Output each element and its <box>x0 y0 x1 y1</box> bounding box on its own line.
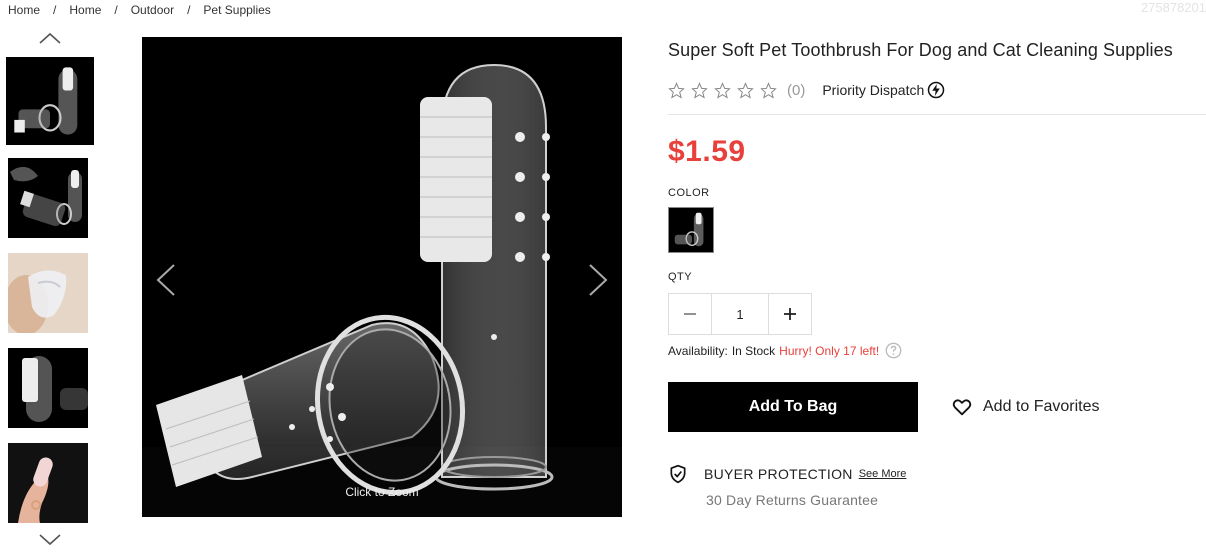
main-product-image[interactable]: Click to Zoom <box>142 37 622 517</box>
breadcrumb-outdoor[interactable]: Outdoor <box>131 3 174 17</box>
availability: Availability: In Stock Hurry! Only 17 le… <box>668 342 1206 359</box>
question-icon[interactable] <box>885 342 902 359</box>
thumbnail-4[interactable] <box>8 348 88 428</box>
priority-dispatch: Priority Dispatch <box>822 81 945 99</box>
chevron-left-icon <box>156 264 175 296</box>
color-label: COLOR <box>668 187 710 199</box>
buyer-protection: BUYER PROTECTION See More <box>668 464 1206 484</box>
star-outline-icon <box>760 81 777 99</box>
thumbnail-5[interactable] <box>8 443 88 523</box>
qty-decrease-button[interactable] <box>669 294 711 334</box>
breadcrumb-pet-supplies[interactable]: Pet Supplies <box>203 3 270 17</box>
swatch-image <box>669 208 713 252</box>
qty-label: QTY <box>668 271 693 283</box>
chevron-up-icon <box>39 32 61 44</box>
breadcrumb-separator: / <box>187 3 191 17</box>
breadcrumb-separator: / <box>114 3 118 17</box>
thumbnail-3[interactable] <box>8 253 88 333</box>
product-title: Super Soft Pet Toothbrush For Dog and Ca… <box>668 40 1173 60</box>
qty-input[interactable] <box>711 294 769 334</box>
product-photo <box>142 37 622 517</box>
shield-check-icon <box>670 464 686 484</box>
rating-row: (0) Priority Dispatch <box>668 79 1206 101</box>
thumbnail-2[interactable] <box>8 158 88 238</box>
lightning-icon <box>928 81 945 99</box>
breadcrumb-home-2[interactable]: Home <box>69 3 101 17</box>
plus-icon <box>784 308 796 320</box>
minus-icon <box>684 313 696 315</box>
qty-increase-button[interactable] <box>769 294 811 334</box>
thumbnails-down-button[interactable] <box>8 532 92 552</box>
product-thumbnail-image <box>8 443 88 523</box>
see-more-link[interactable]: See More <box>859 468 907 480</box>
breadcrumb-home[interactable]: Home <box>8 3 40 17</box>
review-count[interactable]: (0) <box>787 82 805 99</box>
chevron-down-icon <box>39 534 61 546</box>
thumbnails-up-button[interactable] <box>8 30 92 50</box>
quantity-stepper <box>668 293 812 335</box>
product-thumbnail-image <box>8 253 88 333</box>
star-rating[interactable] <box>668 81 777 99</box>
add-to-bag-button[interactable]: Add To Bag <box>668 382 918 432</box>
product-id: 275878201 <box>1140 0 1206 15</box>
product-thumbnail-image <box>8 59 92 143</box>
purchase-actions: Add To Bag Add to Favorites <box>668 382 1206 432</box>
availability-status: In Stock <box>731 343 776 358</box>
color-swatch[interactable] <box>668 207 714 253</box>
star-outline-icon <box>737 81 754 99</box>
protection-label: BUYER PROTECTION <box>704 466 853 482</box>
chevron-right-icon <box>589 264 608 296</box>
dispatch-label: Priority Dispatch <box>822 82 925 98</box>
breadcrumb: Home / Home / Outdoor / Pet Supplies <box>8 2 271 18</box>
favorites-label: Add to Favorites <box>983 398 1100 415</box>
star-outline-icon <box>714 81 731 99</box>
product-thumbnail-image <box>8 348 88 428</box>
heart-icon <box>952 399 972 416</box>
add-to-favorites-button[interactable]: Add to Favorites <box>951 396 1100 418</box>
image-prev-button[interactable] <box>154 262 178 298</box>
divider <box>668 114 1206 115</box>
star-outline-icon <box>668 81 685 99</box>
star-outline-icon <box>691 81 708 99</box>
zoom-hint: Click to Zoom <box>345 485 419 499</box>
thumbnail-strip <box>6 30 94 552</box>
thumbnail-1[interactable] <box>6 57 94 145</box>
image-next-button[interactable] <box>586 262 610 298</box>
product-info: Super Soft Pet Toothbrush For Dog and Ca… <box>668 40 1206 508</box>
returns-guarantee: 30 Day Returns Guarantee <box>706 492 879 508</box>
breadcrumb-separator: / <box>53 3 57 17</box>
stock-warning: Hurry! Only 17 left! <box>779 343 880 358</box>
product-thumbnail-image <box>8 158 88 238</box>
product-price: $1.59 <box>668 135 746 168</box>
availability-label: Availability: <box>668 343 728 358</box>
